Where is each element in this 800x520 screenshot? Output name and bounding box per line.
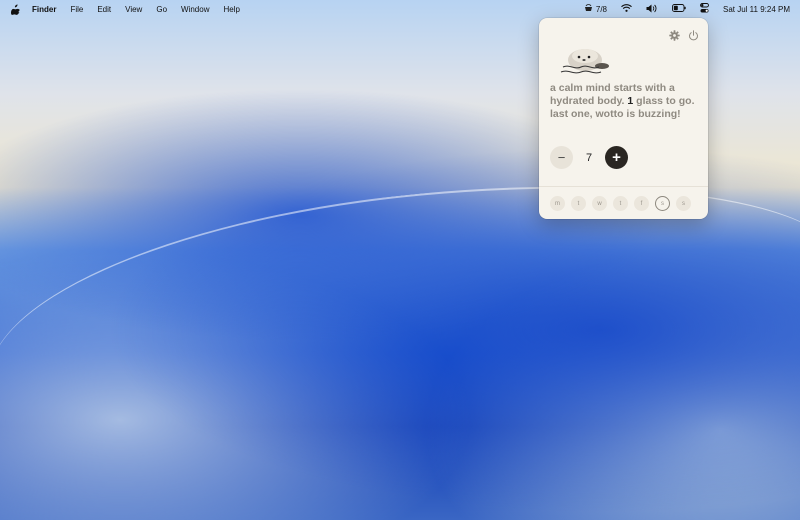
- divider: [539, 186, 708, 187]
- menu-app-name[interactable]: Finder: [32, 5, 56, 14]
- menu-window[interactable]: Window: [181, 5, 209, 14]
- day-thu[interactable]: t: [613, 196, 628, 211]
- day-sun[interactable]: s: [676, 196, 691, 211]
- menu-file[interactable]: File: [70, 5, 83, 14]
- power-icon[interactable]: [688, 28, 699, 41]
- battery-icon[interactable]: [672, 4, 686, 14]
- menu-edit[interactable]: Edit: [97, 5, 111, 14]
- day-mon[interactable]: m: [550, 196, 565, 211]
- weekday-strip: m t w t f s s: [550, 196, 691, 211]
- day-tue[interactable]: t: [571, 196, 586, 211]
- wifi-icon[interactable]: [621, 4, 632, 14]
- menu-help[interactable]: Help: [223, 5, 239, 14]
- apple-icon[interactable]: [10, 3, 20, 15]
- menu-go[interactable]: Go: [156, 5, 167, 14]
- motivation-message: a calm mind starts with a hydrated body.…: [550, 82, 700, 121]
- volume-icon[interactable]: [646, 4, 658, 15]
- cup-icon: [584, 4, 593, 14]
- glass-count: 7: [585, 151, 593, 164]
- day-sat[interactable]: s: [655, 196, 670, 211]
- day-fri[interactable]: f: [634, 196, 649, 211]
- water-tracker-popover: a calm mind starts with a hydrated body.…: [539, 18, 708, 219]
- menu-view[interactable]: View: [125, 5, 142, 14]
- control-center-icon[interactable]: [700, 3, 709, 15]
- day-wed[interactable]: w: [592, 196, 607, 211]
- water-status-item[interactable]: 7/8: [584, 4, 607, 14]
- menu-clock[interactable]: Sat Jul 11 9:24 PM: [723, 5, 790, 14]
- gear-icon[interactable]: [669, 28, 680, 41]
- menu-bar: Finder File Edit View Go Window Help 7/8…: [0, 0, 800, 18]
- otter-mascot: [555, 40, 613, 80]
- decrement-button[interactable]: −: [550, 146, 573, 169]
- glass-counter: − 7 +: [550, 146, 628, 169]
- water-status-text: 7/8: [595, 4, 607, 14]
- increment-button[interactable]: +: [605, 146, 628, 169]
